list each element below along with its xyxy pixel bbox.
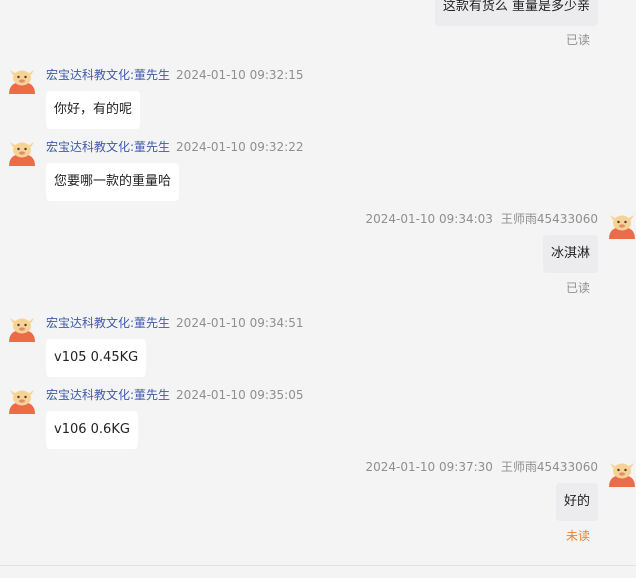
message-header: 2024-01-10 09:37:30 王师雨45433060 [365,459,598,475]
cartoon-mascot-icon [609,463,635,487]
message-text: 好的 [563,494,590,509]
message-text: 你好，有的呢 [54,102,133,117]
message-text: v106 0.6KG [54,422,130,437]
contact-avatar[interactable] [8,66,36,94]
sender-name[interactable]: 宏宝达科教文化:董先生 [46,68,170,82]
cartoon-mascot-icon [9,142,35,166]
contact-avatar[interactable] [8,386,36,414]
message-header: 宏宝达科教文化:董先生 2024-01-10 09:34:51 [46,315,304,331]
message-header: 2024-01-10 09:34:03 王师雨45433060 [365,211,598,227]
read-status: 已读 [565,281,590,295]
cartoon-mascot-icon [9,318,35,342]
divider [0,565,636,566]
agent-name: 王师雨45433060 [500,460,598,474]
message-bubble-incoming[interactable]: 你好，有的呢 [46,91,141,129]
message-text: v105 0.45KG [54,350,139,365]
message-timestamp: 2024-01-10 09:35:05 [176,388,304,402]
message-timestamp: 2024-01-10 09:34:03 [365,212,493,226]
message-header: 宏宝达科教文化:董先生 2024-01-10 09:32:15 [46,67,304,83]
agent-avatar[interactable] [608,211,636,239]
contact-avatar[interactable] [8,138,36,166]
contact-avatar[interactable] [8,314,36,342]
message-timestamp: 2024-01-10 09:34:51 [176,316,304,330]
message-timestamp: 2024-01-10 09:32:22 [176,140,304,154]
sender-name[interactable]: 宏宝达科教文化:董先生 [46,388,170,402]
message-timestamp: 2024-01-10 09:32:15 [176,68,304,82]
message-text: 冰淇淋 [550,246,590,261]
message-bubble-incoming[interactable]: v105 0.45KG [46,339,147,377]
message-bubble-incoming[interactable]: 您要哪一款的重量哈 [46,163,180,201]
cartoon-mascot-icon [9,70,35,94]
message-bubble-incoming[interactable]: v106 0.6KG [46,411,138,449]
cartoon-mascot-icon [9,390,35,414]
message-text: 您要哪一款的重量哈 [54,174,172,189]
unread-status: 未读 [565,529,590,543]
cartoon-mascot-icon [609,215,635,239]
message-bubble-outgoing[interactable]: 好的 [555,483,598,521]
agent-avatar[interactable] [608,459,636,487]
message-header: 宏宝达科教文化:董先生 2024-01-10 09:35:05 [46,387,304,403]
sender-name[interactable]: 宏宝达科教文化:董先生 [46,140,170,154]
sender-name[interactable]: 宏宝达科教文化:董先生 [46,316,170,330]
message-header: 宏宝达科教文化:董先生 2024-01-10 09:32:22 [46,139,304,155]
message-bubble-outgoing[interactable]: 冰淇淋 [542,235,598,273]
message-bubble-outgoing[interactable]: 这款有货么 重量是多少亲 [434,0,598,26]
chat-message-list[interactable]: 这款有货么 重量是多少亲 已读 宏宝达科教文化:董先生 2024-01-10 09… [0,0,636,578]
agent-name: 王师雨45433060 [500,212,598,226]
message-timestamp: 2024-01-10 09:37:30 [365,460,493,474]
read-status: 已读 [565,33,590,47]
message-text: 这款有货么 重量是多少亲 [442,0,590,14]
